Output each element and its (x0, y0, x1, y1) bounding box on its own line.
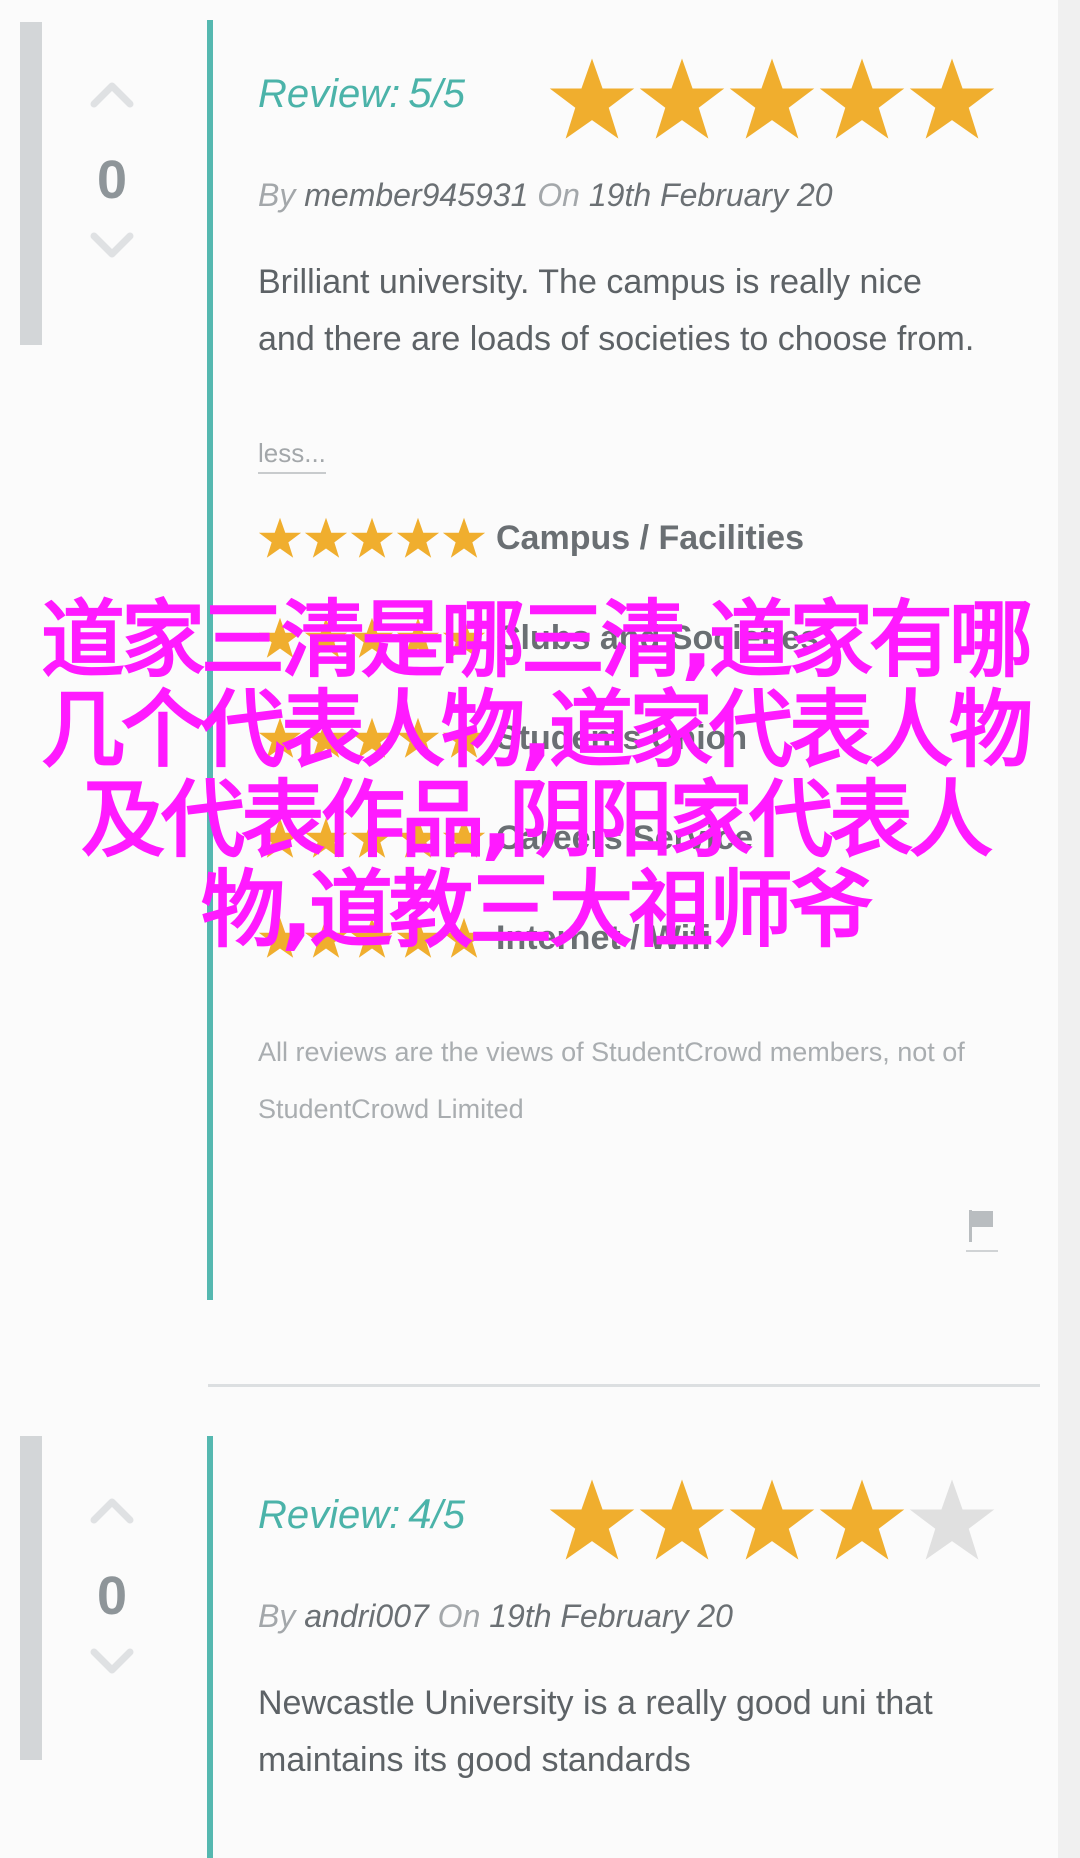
star-filled-icon (258, 717, 302, 758)
review-accent-line (207, 1436, 213, 1858)
review-card: 0 Review: 5/5 By member945931 On 19th Feb… (0, 0, 1058, 1300)
star-filled-icon (396, 517, 440, 558)
star-filled-icon (442, 817, 486, 858)
author-name[interactable]: member945931 (304, 177, 528, 213)
author-name[interactable]: andri007 (304, 1598, 429, 1634)
star-filled-icon (639, 1479, 725, 1560)
right-edge-gutter (1058, 0, 1080, 1858)
star-filled-icon (350, 817, 394, 858)
category-stars (258, 716, 488, 760)
category-row: Campus / Facilities (258, 488, 1018, 588)
rating-score: 5 (408, 69, 432, 116)
category-row: Internet / Wifi (258, 888, 1018, 988)
category-label: Clubs and Societies (496, 618, 820, 657)
star-filled-icon (729, 58, 815, 139)
star-filled-icon (396, 917, 440, 958)
rating-label: Review: 5/5 (258, 69, 465, 117)
rating-row: Review: 4/5 (258, 1476, 1018, 1576)
category-stars (258, 816, 488, 860)
category-row: Clubs and Societies (258, 588, 1018, 688)
category-stars (258, 516, 488, 560)
by-label: By (258, 177, 296, 213)
star-filled-icon (442, 717, 486, 758)
rating-prefix: Review: (258, 1493, 401, 1537)
review-card: 0 Review: 4/5 By andri007 On 19th Februar… (0, 1436, 1058, 1858)
star-filled-icon (304, 717, 348, 758)
rating-score: 4 (408, 1490, 432, 1537)
star-filled-icon (396, 817, 440, 858)
rating-prefix: Review: (258, 72, 401, 116)
vote-count: 0 (96, 1566, 128, 1626)
overall-star-rating (548, 55, 996, 143)
review-accent-line (207, 20, 213, 1300)
vote-bar (20, 22, 42, 345)
star-filled-icon (442, 617, 486, 658)
star-filled-icon (639, 58, 725, 139)
vote-box: 0 (72, 1496, 152, 1696)
star-filled-icon (350, 917, 394, 958)
review-divider (208, 1384, 1040, 1387)
star-filled-icon (304, 617, 348, 658)
rating-out-of: /5 (431, 1493, 465, 1537)
category-label: Careers Service (496, 818, 754, 857)
category-ratings: Campus / Facilities Clubs and Societies … (258, 488, 1018, 988)
review-meta: By andri007 On 19th February 20 (258, 1598, 1018, 1635)
star-filled-icon (350, 617, 394, 658)
chevron-down-icon[interactable] (72, 232, 152, 280)
rating-label: Review: 4/5 (258, 1490, 465, 1538)
star-filled-icon (258, 617, 302, 658)
star-empty-icon (909, 1479, 995, 1560)
star-filled-icon (819, 58, 905, 139)
page: 0 Review: 5/5 By member945931 On 19th Feb… (0, 0, 1080, 1858)
star-filled-icon (549, 1479, 635, 1560)
review-date: 19th February 20 (588, 177, 833, 213)
star-filled-icon (350, 517, 394, 558)
vote-bar (20, 1436, 42, 1760)
review-body: Newcastle University is a really good un… (258, 1684, 933, 1779)
star-filled-icon (258, 917, 302, 958)
star-filled-icon (909, 58, 995, 139)
review-body: Brilliant university. The campus is real… (258, 263, 975, 358)
on-label: On (537, 177, 580, 213)
category-stars (258, 916, 488, 960)
star-filled-icon (396, 617, 440, 658)
overall-star-rating (548, 1476, 996, 1564)
category-label: Students Union (496, 718, 748, 757)
star-filled-icon (304, 517, 348, 558)
chevron-up-icon[interactable] (72, 80, 152, 128)
star-filled-icon (304, 917, 348, 958)
on-label: On (437, 1598, 481, 1634)
rating-row: Review: 5/5 (258, 55, 1018, 155)
star-filled-icon (304, 817, 348, 858)
star-filled-icon (350, 717, 394, 758)
chevron-down-icon[interactable] (72, 1648, 152, 1696)
review-disclaimer: All reviews are the views of StudentCrow… (258, 1037, 965, 1124)
star-filled-icon (442, 517, 486, 558)
by-label: By (258, 1598, 296, 1634)
category-row: Students Union (258, 688, 1018, 788)
review-content: Review: 4/5 By andri007 On 19th February … (258, 1476, 1018, 1789)
vote-box: 0 (72, 80, 152, 280)
star-filled-icon (396, 717, 440, 758)
review-date: 19th February 20 (489, 1598, 733, 1634)
review-content: Review: 5/5 By member945931 On 19th Febru… (258, 55, 1018, 1138)
chevron-up-icon[interactable] (72, 1496, 152, 1544)
star-filled-icon (549, 58, 635, 139)
category-row: Careers Service (258, 788, 1018, 888)
star-filled-icon (729, 1479, 815, 1560)
category-label: Internet / Wifi (496, 918, 712, 957)
category-label: Campus / Facilities (496, 518, 804, 557)
vote-count: 0 (96, 150, 128, 210)
review-meta: By member945931 On 19th February 20 (258, 177, 1018, 214)
category-stars (258, 616, 488, 660)
less-link[interactable]: less... (258, 438, 326, 474)
star-filled-icon (258, 517, 302, 558)
star-filled-icon (442, 917, 486, 958)
star-filled-icon (819, 1479, 905, 1560)
rating-out-of: /5 (431, 72, 465, 116)
flag-icon (966, 1210, 996, 1248)
flag-button[interactable] (966, 1208, 998, 1252)
star-filled-icon (258, 817, 302, 858)
